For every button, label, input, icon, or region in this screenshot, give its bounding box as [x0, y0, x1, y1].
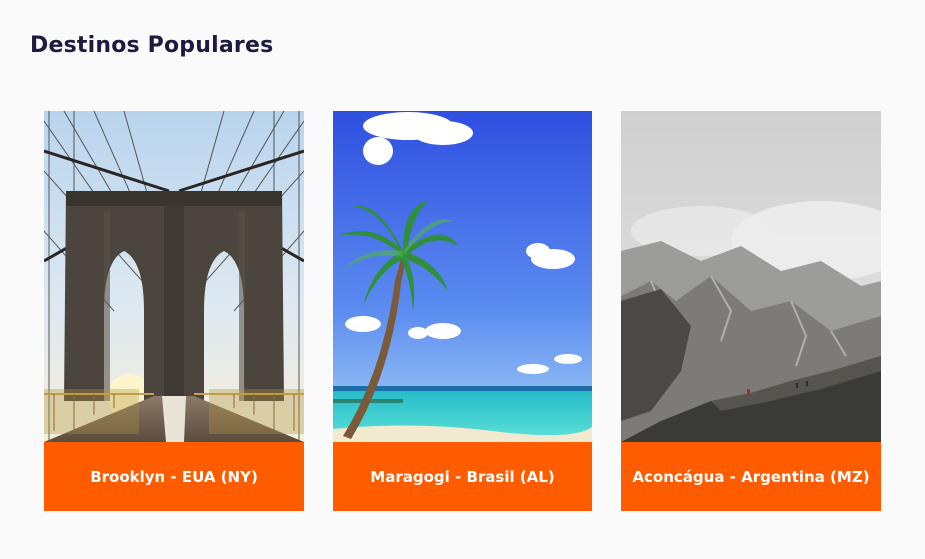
destination-caption[interactable]: Maragogi - Brasil (AL): [333, 442, 592, 511]
mountain-range-photo: [621, 111, 881, 442]
destination-card-maragogi[interactable]: Maragogi - Brasil (AL): [333, 111, 592, 511]
popular-destinations-section: Destinos Populares Brooklyn - EUA (NY) M…: [0, 0, 925, 559]
tropical-beach-palm-photo: [333, 111, 592, 442]
brooklyn-bridge-photo: [44, 111, 304, 442]
destination-caption[interactable]: Brooklyn - EUA (NY): [44, 442, 304, 511]
section-title: Destinos Populares: [30, 33, 274, 58]
destination-label: Brooklyn - EUA (NY): [90, 467, 258, 486]
destination-label: Aconcágua - Argentina (MZ): [632, 467, 870, 486]
destination-label: Maragogi - Brasil (AL): [370, 467, 555, 486]
destination-caption[interactable]: Aconcágua - Argentina (MZ): [621, 442, 881, 511]
destination-card-aconcagua[interactable]: Aconcágua - Argentina (MZ): [621, 111, 881, 511]
destination-card-brooklyn[interactable]: Brooklyn - EUA (NY): [44, 111, 304, 511]
